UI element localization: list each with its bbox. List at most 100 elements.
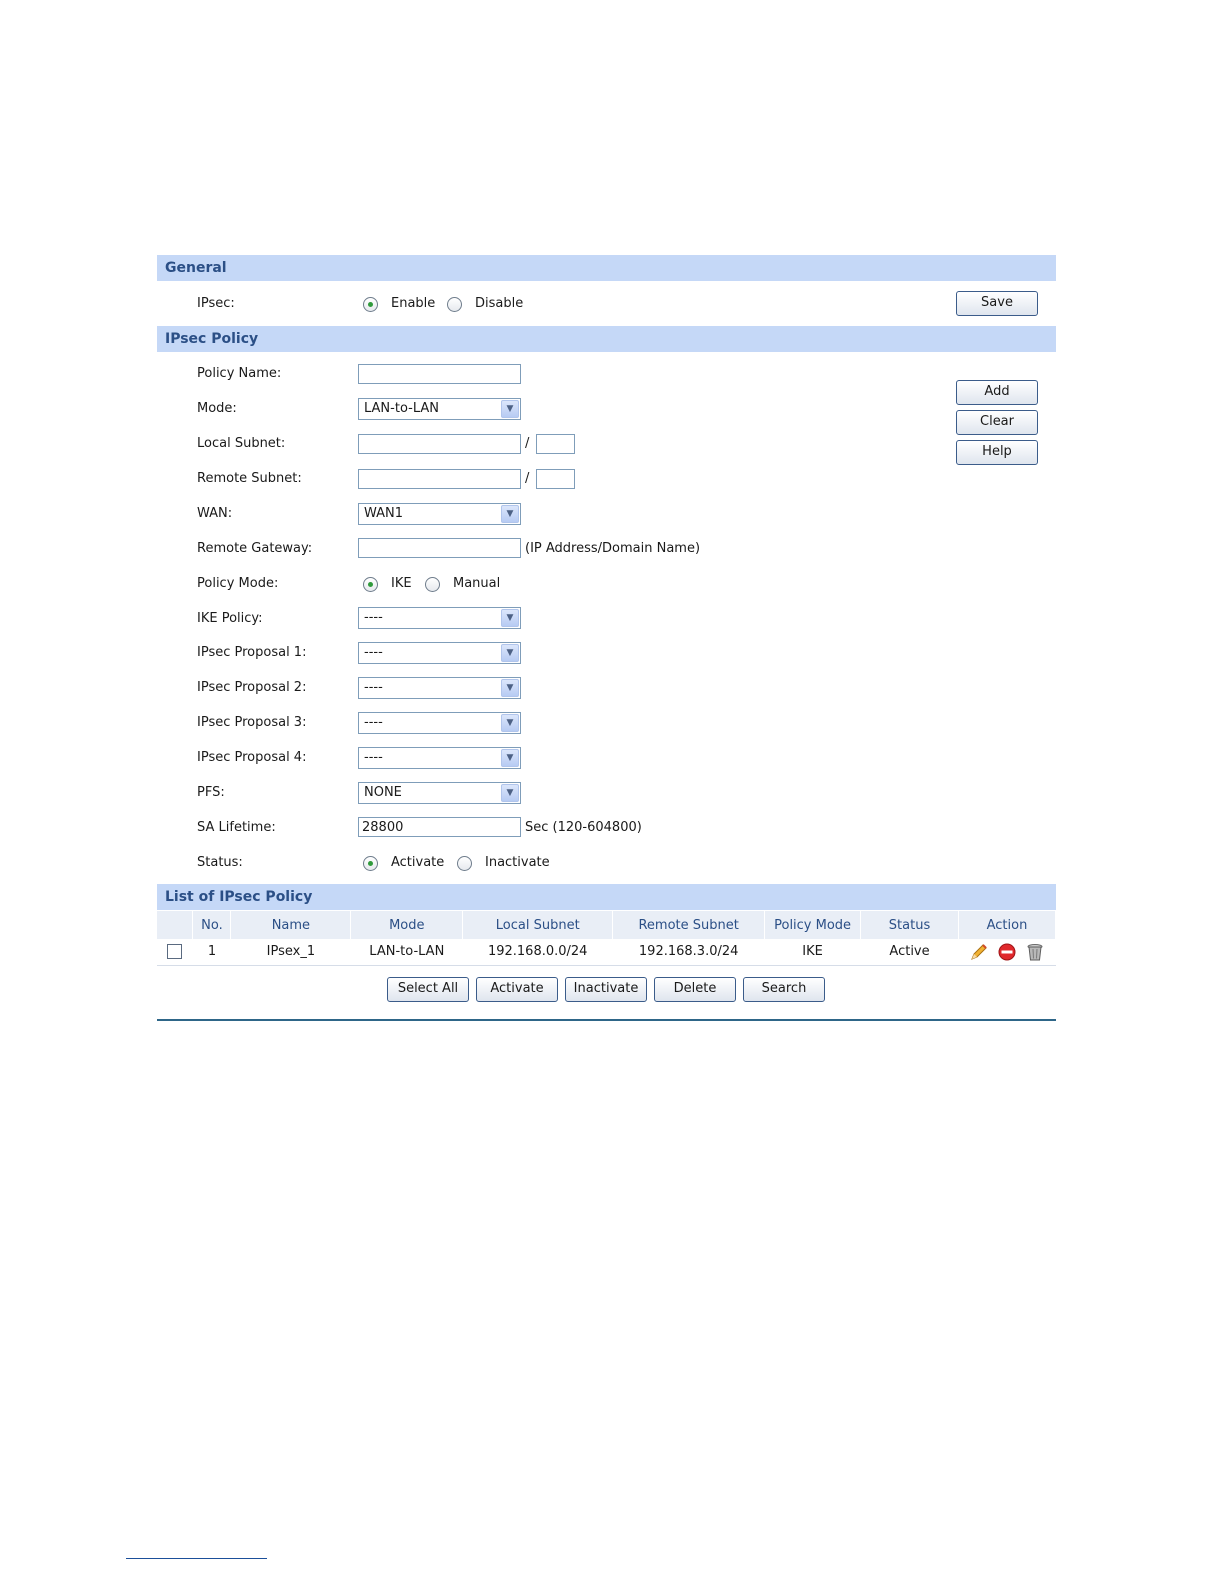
remote-subnet-label: Remote Subnet: — [197, 471, 302, 486]
chevron-down-icon: ▼ — [501, 644, 519, 662]
table-row: 1 IPsex_1 LAN-to-LAN 192.168.0.0/24 192.… — [157, 939, 1056, 966]
inactivate-button[interactable]: Inactivate — [565, 977, 647, 1002]
ipsec-label: IPsec: — [197, 296, 235, 311]
ipsec-proposal-3-label: IPsec Proposal 3: — [197, 715, 307, 730]
pfs-select[interactable]: NONE ▼ — [358, 782, 521, 804]
ipsec-proposal-2-value: ---- — [364, 680, 383, 695]
mode-select[interactable]: LAN-to-LAN ▼ — [358, 398, 521, 420]
remote-gateway-input[interactable] — [358, 538, 521, 558]
chevron-down-icon: ▼ — [501, 679, 519, 697]
clear-button[interactable]: Clear — [956, 410, 1038, 435]
no-entry-icon[interactable] — [997, 942, 1017, 962]
footnote-divider — [126, 1558, 267, 1559]
column-header-mode: Mode — [350, 911, 464, 939]
local-subnet-mask-input[interactable] — [536, 434, 575, 454]
chevron-down-icon: ▼ — [501, 609, 519, 627]
row-no: 1 — [192, 939, 231, 966]
search-button[interactable]: Search — [743, 977, 825, 1002]
ike-policy-select[interactable]: ---- ▼ — [358, 607, 521, 629]
mode-select-value: LAN-to-LAN — [364, 401, 439, 416]
column-header-policy-mode: Policy Mode — [764, 911, 862, 939]
ipsec-proposal-1-label: IPsec Proposal 1: — [197, 645, 307, 660]
column-header-local-subnet: Local Subnet — [462, 911, 614, 939]
add-button[interactable]: Add — [956, 380, 1038, 405]
ipsec-proposal-2-select[interactable]: ---- ▼ — [358, 677, 521, 699]
status-inactivate-radio[interactable] — [457, 856, 472, 871]
pencil-icon[interactable] — [969, 942, 989, 962]
remote-subnet-input[interactable] — [358, 469, 521, 489]
policy-mode-label: Policy Mode: — [197, 576, 279, 591]
chevron-down-icon: ▼ — [501, 784, 519, 802]
ipsec-proposal-1-select[interactable]: ---- ▼ — [358, 642, 521, 664]
column-header-status: Status — [860, 911, 959, 939]
row-local-subnet: 192.168.0.0/24 — [462, 939, 613, 966]
column-header-name: Name — [230, 911, 352, 939]
sa-lifetime-hint: Sec (120-604800) — [525, 820, 642, 835]
row-name: IPsex_1 — [230, 939, 351, 966]
remote-gateway-hint: (IP Address/Domain Name) — [525, 541, 701, 556]
policy-list-section-header: List of IPsec Policy — [157, 884, 1056, 910]
chevron-down-icon: ▼ — [501, 714, 519, 732]
ipsec-disable-radio[interactable] — [447, 297, 462, 312]
remote-gateway-label: Remote Gateway: — [197, 541, 313, 556]
column-header-action: Action — [958, 911, 1057, 939]
status-activate-radio[interactable] — [363, 856, 378, 871]
column-header-remote-subnet: Remote Subnet — [612, 911, 766, 939]
chevron-down-icon: ▼ — [501, 749, 519, 767]
ipsec-proposal-4-select[interactable]: ---- ▼ — [358, 747, 521, 769]
policy-name-input[interactable] — [358, 364, 521, 384]
save-button[interactable]: Save — [956, 291, 1038, 316]
policy-mode-manual-radio[interactable] — [425, 577, 440, 592]
policy-name-label: Policy Name: — [197, 366, 282, 381]
delete-button[interactable]: Delete — [654, 977, 736, 1002]
status-activate-label: Activate — [391, 855, 445, 870]
policy-mode-ike-radio[interactable] — [363, 577, 378, 592]
row-policy-mode: IKE — [764, 939, 861, 966]
ipsec-proposal-2-label: IPsec Proposal 2: — [197, 680, 307, 695]
local-subnet-label: Local Subnet: — [197, 436, 286, 451]
ike-policy-select-value: ---- — [364, 610, 383, 625]
row-select-checkbox[interactable] — [167, 944, 183, 960]
mode-label: Mode: — [197, 401, 237, 416]
remote-subnet-mask-input[interactable] — [536, 469, 575, 489]
wan-label: WAN: — [197, 506, 233, 521]
trash-icon[interactable] — [1025, 942, 1045, 962]
pfs-label: PFS: — [197, 785, 225, 800]
status-inactivate-label: Inactivate — [485, 855, 550, 870]
wan-select-value: WAN1 — [364, 506, 404, 521]
ipsec-enable-radio[interactable] — [363, 297, 378, 312]
wan-select[interactable]: WAN1 ▼ — [358, 503, 521, 525]
local-subnet-slash: / — [525, 436, 530, 451]
table-header-row: No. Name Mode Local Subnet Remote Subnet… — [157, 911, 1057, 939]
ipsec-proposal-4-label: IPsec Proposal 4: — [197, 750, 307, 765]
chevron-down-icon: ▼ — [501, 505, 519, 523]
ipsec-disable-label: Disable — [475, 296, 524, 311]
ipsec-proposal-4-value: ---- — [364, 750, 383, 765]
row-select-cell — [157, 939, 193, 966]
policy-mode-manual-label: Manual — [453, 576, 501, 591]
policy-mode-ike-label: IKE — [391, 576, 412, 591]
select-all-button[interactable]: Select All — [387, 977, 469, 1002]
sa-lifetime-input[interactable] — [358, 817, 521, 837]
row-status: Active — [860, 939, 959, 966]
ipsec-proposal-1-value: ---- — [364, 645, 383, 660]
local-subnet-input[interactable] — [358, 434, 521, 454]
ipsec-settings-panel: General IPsec: Enable Disable Save IPsec… — [157, 255, 1057, 1023]
row-action-cell — [958, 939, 1056, 966]
policy-list-table: No. Name Mode Local Subnet Remote Subnet… — [157, 911, 1057, 966]
chevron-down-icon: ▼ — [501, 400, 519, 418]
column-header-no: No. — [192, 911, 232, 939]
ipsec-proposal-3-value: ---- — [364, 715, 383, 730]
activate-button[interactable]: Activate — [476, 977, 558, 1002]
ipsec-proposal-3-select[interactable]: ---- ▼ — [358, 712, 521, 734]
sa-lifetime-label: SA Lifetime: — [197, 820, 276, 835]
help-button[interactable]: Help — [956, 440, 1038, 465]
ipsec-policy-section-header: IPsec Policy — [157, 326, 1056, 352]
general-section-header: General — [157, 255, 1056, 281]
row-mode: LAN-to-LAN — [350, 939, 463, 966]
pfs-select-value: NONE — [364, 785, 402, 800]
row-remote-subnet: 192.168.3.0/24 — [612, 939, 765, 966]
remote-subnet-slash: / — [525, 471, 530, 486]
ike-policy-label: IKE Policy: — [197, 611, 263, 626]
panel-bottom-divider — [157, 1019, 1056, 1021]
